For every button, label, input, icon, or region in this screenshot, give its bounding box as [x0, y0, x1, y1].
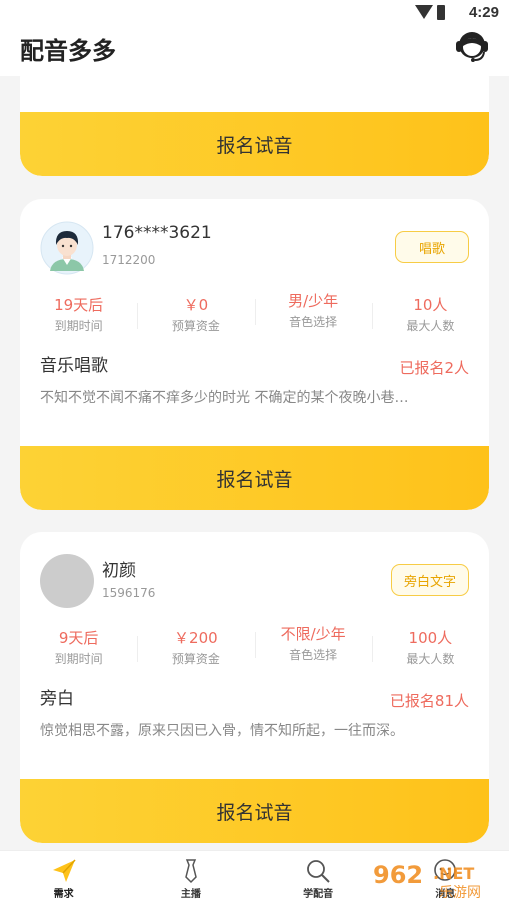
status-time: 4:29 [468, 4, 499, 21]
tab-anchor[interactable]: 主播 [127, 851, 254, 905]
apply-audition-button[interactable]: 报名试音 [20, 446, 489, 510]
stat-value: ￥0 [183, 296, 209, 314]
stat-budget: ￥0 预算资金 [137, 295, 254, 341]
site-watermark: 962 .NET 乐游网 [369, 857, 501, 901]
signup-count: 已报名2人 [399, 359, 469, 377]
stat-label: 预算资金 [171, 319, 220, 333]
demand-title: 音乐唱歌 [40, 356, 108, 376]
customer-service-icon[interactable] [453, 26, 491, 64]
stat-label: 最大人数 [406, 652, 455, 666]
tab-label: 学配音 [303, 889, 334, 900]
stat-deadline: 9天后 到期时间 [20, 628, 137, 674]
stat-value: 不限/少年 [280, 625, 346, 643]
stat-value: 10人 [413, 296, 448, 314]
avatar[interactable] [40, 554, 94, 608]
stat-label: 到期时间 [54, 652, 103, 666]
status-bar: 4:29 [0, 0, 509, 26]
paper-plane-icon [50, 857, 78, 885]
stat-deadline: 19天后 到期时间 [20, 295, 137, 341]
watermark-site-name: 乐游网 [439, 885, 481, 901]
stats-row: 19天后 到期时间 ￥0 预算资金 男/少年 音色选择 10人 最大人数 [20, 292, 489, 341]
demand-card: 初颜 1596176 旁白文字 9天后 到期时间 ￥200 预算资金 不限/少年… [20, 532, 489, 843]
stat-label: 到期时间 [54, 319, 103, 333]
stat-label: 音色选择 [289, 315, 338, 329]
stat-value: 19天后 [54, 296, 104, 314]
avatar[interactable] [40, 221, 94, 275]
stat-value: 100人 [408, 629, 453, 647]
watermark-net: .NET [433, 864, 474, 883]
wifi-icon [415, 5, 433, 19]
apply-audition-button[interactable]: 报名试音 [20, 112, 489, 176]
stat-budget: ￥200 预算资金 [137, 628, 254, 674]
app-title: 配音多多 [20, 37, 116, 65]
demand-description: 不知不觉不闻不痛不痒多少的时光 不确定的某个夜晚小巷… [40, 390, 409, 406]
tab-label: 主播 [180, 889, 201, 900]
demand-description: 惊觉相思不露，原来只因已入骨，情不知所起，一往而深。 [40, 723, 404, 739]
stat-voice: 不限/少年 音色选择 [254, 624, 372, 674]
category-tag: 旁白文字 [390, 564, 469, 596]
app-header: 配音多多 [0, 26, 509, 76]
apply-audition-button[interactable]: 报名试音 [20, 779, 489, 843]
signup-count: 已报名81人 [389, 692, 469, 710]
user-id: 1712200 [102, 253, 156, 267]
stat-label: 最大人数 [406, 319, 455, 333]
stat-max-people: 100人 最大人数 [371, 628, 489, 674]
user-name: 初颜 [102, 561, 136, 581]
stat-label: 音色选择 [289, 648, 338, 662]
stat-value: 男/少年 [288, 292, 339, 310]
stat-voice: 男/少年 音色选择 [254, 291, 372, 341]
stat-value: ￥200 [174, 629, 218, 647]
tab-demand[interactable]: 需求 [0, 851, 127, 905]
stats-row: 9天后 到期时间 ￥200 预算资金 不限/少年 音色选择 100人 最大人数 [20, 625, 489, 674]
magnifier-icon [304, 857, 332, 885]
demand-title: 旁白 [40, 689, 74, 709]
user-id: 1596176 [102, 586, 156, 600]
watermark-number: 962 [373, 861, 423, 889]
category-tag: 唱歌 [395, 231, 469, 263]
stat-label: 预算资金 [171, 652, 220, 666]
demand-list[interactable]: 报名试音 176****3621 1712200 唱歌 19天后 到期时间 ￥0… [0, 76, 509, 850]
demand-card: 报名试音 [20, 76, 489, 176]
tab-label: 需求 [53, 889, 74, 900]
user-name: 176****3621 [102, 223, 212, 243]
demand-card: 176****3621 1712200 唱歌 19天后 到期时间 ￥0 预算资金… [20, 199, 489, 510]
battery-icon [437, 5, 445, 20]
stat-max-people: 10人 最大人数 [371, 295, 489, 341]
tab-learn-dubbing[interactable]: 学配音 [255, 851, 382, 905]
tie-icon [177, 857, 205, 885]
stat-value: 9天后 [58, 629, 99, 647]
